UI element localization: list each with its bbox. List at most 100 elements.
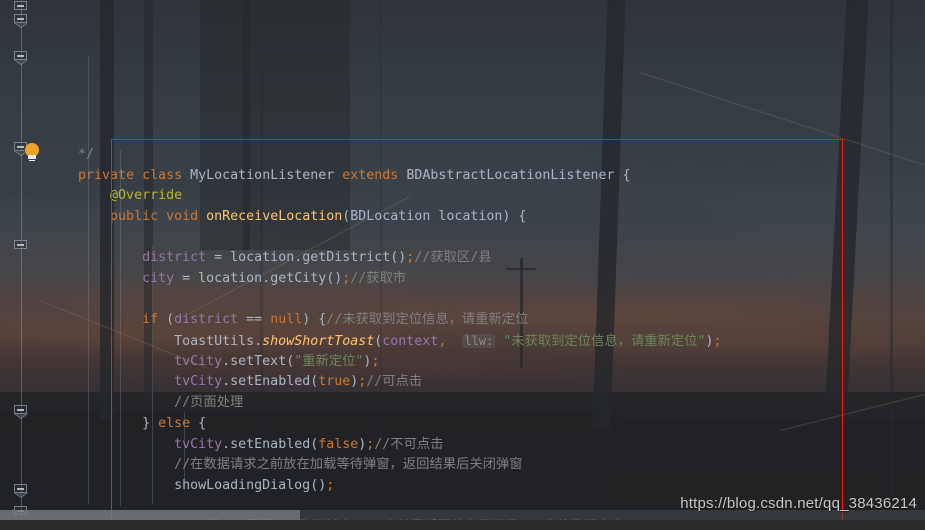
code-token: //页面处理 — [174, 395, 244, 411]
indent-guide — [120, 150, 121, 506]
indent-guide — [88, 56, 89, 504]
code-lines: */ private class MyLocationListener exte… — [46, 145, 925, 530]
code-token: void — [166, 208, 199, 224]
code-token: { — [190, 415, 207, 431]
code-line: //页面处理 — [46, 393, 925, 414]
code-token: = — [174, 271, 199, 287]
code-token: context — [382, 334, 439, 350]
indent-guide — [184, 412, 185, 490]
editor-window: */ private class MyLocationListener exte… — [0, 0, 925, 530]
code-line: @Override — [46, 186, 925, 207]
code-line: district = location.getDistrict();//获取区/… — [46, 248, 925, 269]
code-token: ; — [371, 353, 380, 369]
code-token: BDAbstractLocationListener — [406, 167, 615, 183]
code-line: public void onReceiveLocation(BDLocation… — [46, 207, 925, 228]
code-token: ; — [713, 334, 722, 350]
code-token: //可点击 — [366, 374, 423, 390]
fold-marker-method[interactable] — [14, 51, 29, 66]
code-token: getDistrict — [302, 250, 391, 266]
code-token: ) { — [502, 208, 527, 224]
code-token: district — [174, 312, 239, 328]
code-token: //未获取到定位信息，请重新定位 — [326, 312, 529, 328]
code-token: tvCity — [174, 436, 223, 452]
editor-bottom-strip — [0, 520, 925, 530]
code-token: onReceiveLocation — [206, 208, 343, 224]
code-text-area[interactable]: */ private class MyLocationListener exte… — [46, 0, 925, 530]
code-token: . — [262, 271, 271, 287]
code-token: getCity — [270, 271, 327, 287]
code-line: tvCity.setText("重新定位"); — [46, 352, 925, 373]
code-token: . — [222, 353, 231, 369]
editor-gutter[interactable] — [0, 0, 46, 530]
fold-marker-inner[interactable] — [14, 405, 29, 420]
code-token: . — [222, 436, 231, 452]
code-token: ( — [158, 312, 175, 328]
code-line: if (district == null) {//未获取到定位信息，请重新定位 — [46, 310, 925, 331]
code-token: MyLocationListener — [190, 167, 335, 183]
csdn-watermark: https://blog.csdn.net/qq_38436214 — [680, 495, 917, 512]
indent-guide — [152, 246, 153, 504]
code-line: city = location.getCity();//获取市 — [46, 269, 925, 290]
code-line: } else { — [46, 414, 925, 435]
code-line: //在数据请求之前放在加载等待弹窗，返回结果后关闭弹窗 — [46, 455, 925, 476]
code-token: location — [198, 271, 263, 287]
code-token: { — [614, 167, 631, 183]
code-token: () — [326, 271, 343, 287]
code-token: = — [206, 250, 231, 266]
code-token: ; — [326, 477, 335, 493]
code-token: . — [254, 334, 263, 350]
code-token: () — [310, 477, 327, 493]
code-line: */ — [46, 145, 925, 166]
code-line: showLoadingDialog(); — [46, 476, 925, 497]
fold-marker-class[interactable] — [14, 14, 29, 29]
code-line: ToastUtils.showShortToast(context, llw: … — [46, 331, 925, 352]
code-token: extends — [342, 167, 399, 183]
lightbulb-icon[interactable] — [24, 143, 40, 162]
code-token: setEnabled — [230, 374, 311, 390]
code-token: city — [142, 271, 175, 287]
code-token: //获取区/县 — [414, 250, 492, 266]
code-token: class — [142, 167, 183, 183]
code-token: //不可点击 — [374, 436, 444, 452]
code-line: private class MyLocationListener extends… — [46, 166, 925, 187]
code-token: showLoadingDialog — [174, 477, 311, 493]
code-token: showShortToast — [262, 334, 375, 350]
code-token: == — [238, 312, 271, 328]
code-token: tvCity — [174, 353, 223, 369]
code-token: location — [430, 208, 503, 224]
code-token: setEnabled — [230, 436, 311, 452]
code-token: tvCity — [174, 374, 223, 390]
code-token: false — [318, 436, 359, 452]
horizontal-scrollbar-thumb[interactable] — [0, 510, 300, 520]
code-token: "重新定位" — [294, 353, 364, 369]
code-token: "未获取到定位信息，请重新定位" — [503, 334, 706, 350]
code-token: //在数据请求之前放在加载等待弹窗，返回结果后关闭弹窗 — [174, 457, 523, 473]
code-token: () — [390, 250, 407, 266]
fold-marker-close-1[interactable] — [14, 484, 29, 499]
code-token: */ — [78, 146, 95, 162]
code-token: , — [438, 334, 455, 350]
code-token: . — [222, 374, 231, 390]
code-token: } — [46, 415, 159, 431]
code-token: llw: — [462, 334, 496, 349]
code-token: null — [270, 312, 303, 328]
code-token: if — [142, 312, 159, 328]
fold-marker-lambda[interactable] — [14, 240, 29, 255]
code-token: public — [110, 208, 159, 224]
code-token: true — [318, 374, 351, 390]
